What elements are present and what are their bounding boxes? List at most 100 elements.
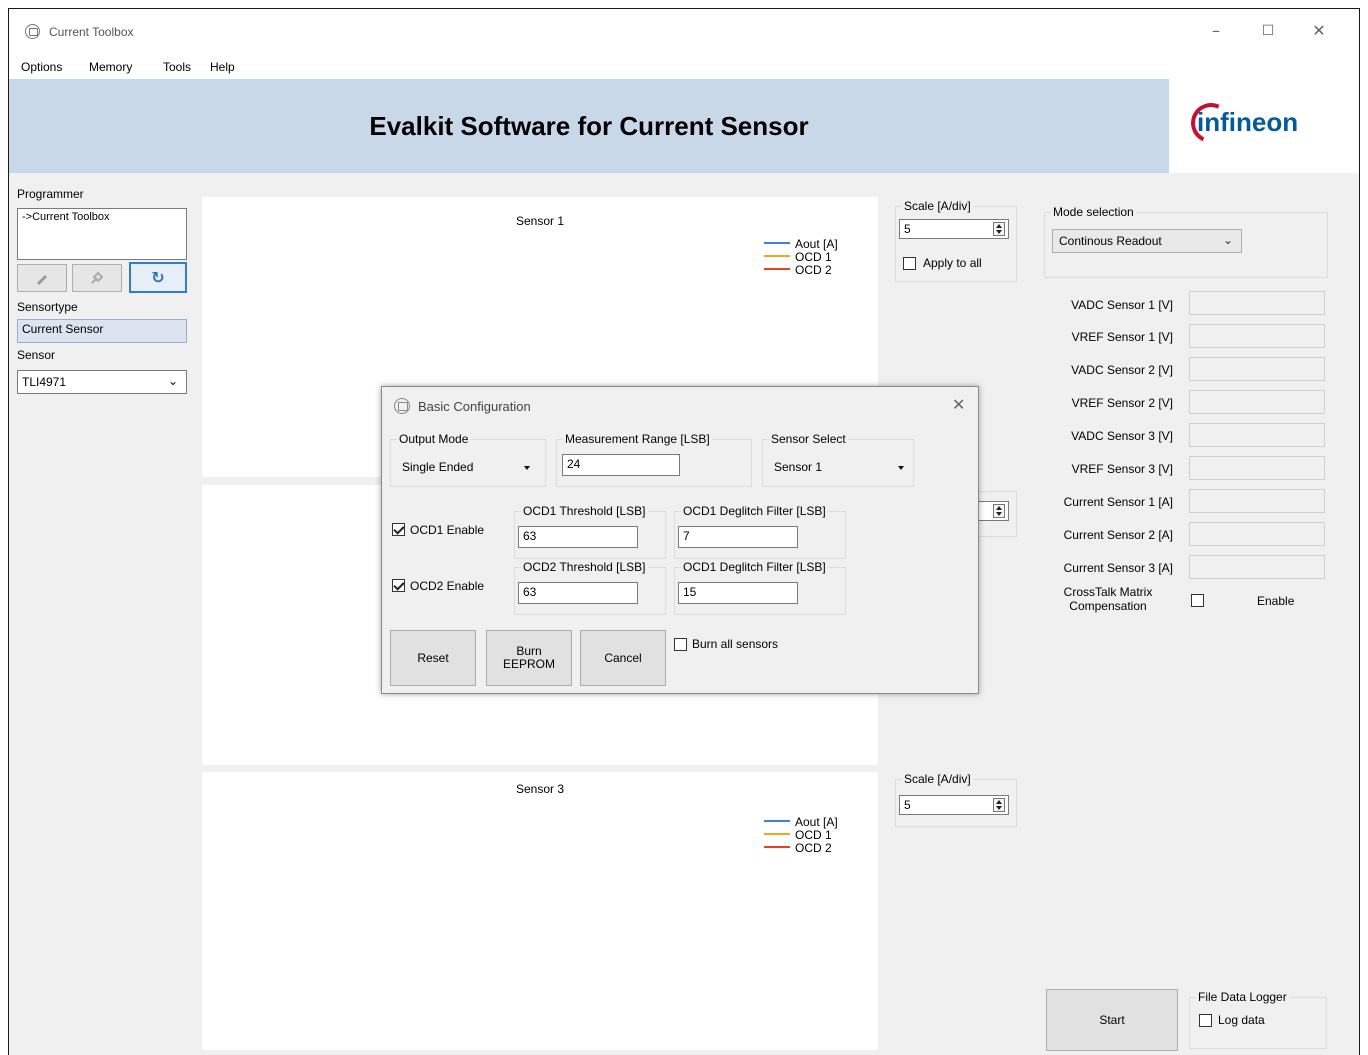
vadc1-label: VADC Sensor 1 [V] — [1071, 298, 1173, 312]
vadc2-field — [1189, 357, 1325, 381]
menu-tools[interactable]: Tools — [163, 60, 191, 74]
sensor-select[interactable]: TLI4971 ⌄ — [17, 370, 187, 394]
minimize-icon[interactable]: – — [1201, 19, 1231, 43]
vref2-field — [1189, 390, 1325, 414]
sensor1-title: Sensor 1 — [515, 214, 565, 228]
legend-aout: Aout [A] — [795, 237, 838, 251]
vref1-field — [1189, 324, 1325, 348]
page-title: Evalkit Software for Current Sensor — [369, 111, 809, 141]
ocd1-threshold-label: OCD1 Threshold [LSB] — [521, 504, 648, 518]
crosstalk-label-line2: Compensation — [1069, 599, 1147, 613]
scale-input-1[interactable]: 5 — [899, 219, 1009, 239]
log-data-checkbox[interactable] — [1199, 1014, 1212, 1027]
legend-aout: Aout [A] — [795, 815, 838, 829]
legend-line-aout — [764, 242, 790, 244]
close-icon[interactable]: ✕ — [1304, 19, 1334, 43]
vref1-label: VREF Sensor 1 [V] — [1071, 330, 1173, 344]
spinner-icon[interactable] — [993, 798, 1005, 812]
ocd1-filter-label: OCD1 Deglitch Filter [LSB] — [681, 504, 828, 518]
spinner-icon[interactable] — [993, 222, 1005, 236]
mode-selection-label: Mode selection — [1051, 205, 1136, 219]
burn-all-checkbox[interactable] — [674, 638, 687, 651]
menu-memory[interactable]: Memory — [89, 60, 132, 74]
scale-label-3: Scale [A/div] — [902, 772, 973, 786]
ocd1-enable-label: OCD1 Enable — [410, 523, 485, 537]
menu-help[interactable]: Help — [210, 60, 235, 74]
scale-value-1: 5 — [904, 222, 911, 236]
ocd2-filter-input[interactable]: 15 — [678, 582, 798, 604]
ocd2-filter-label: OCD1 Deglitch Filter [LSB] — [681, 560, 828, 574]
current2-label: Current Sensor 2 [A] — [1063, 528, 1173, 542]
infineon-logo: infineon — [1169, 79, 1359, 173]
vref3-field — [1189, 456, 1325, 480]
cancel-button[interactable]: Cancel — [580, 630, 666, 686]
crosstalk-checkbox[interactable] — [1191, 594, 1204, 607]
ocd2-enable-label: OCD2 Enable — [410, 579, 485, 593]
sensor-select-dropdown[interactable]: Sensor 1 — [774, 460, 908, 480]
sensortype-field[interactable]: Current Sensor — [17, 319, 187, 343]
scale-group-1: Scale [A/div] — [895, 199, 1017, 282]
start-button[interactable]: Start — [1046, 989, 1178, 1051]
ocd1-filter-input[interactable]: 7 — [678, 526, 798, 548]
output-mode-select[interactable]: Single Ended — [402, 460, 540, 480]
sensor3-title: Sensor 3 — [515, 782, 565, 796]
current3-label: Current Sensor 3 [A] — [1063, 561, 1173, 575]
chevron-down-icon: ⌄ — [167, 374, 178, 388]
refresh-icon: ↻ — [151, 268, 165, 287]
legend-line-aout — [764, 820, 790, 822]
mode-select-value: Continous Readout — [1059, 234, 1162, 248]
crosstalk-label: CrossTalk Matrix Compensation — [1043, 585, 1173, 613]
legend-ocd2: OCD 2 — [795, 263, 832, 277]
spinner-icon[interactable] — [993, 504, 1005, 518]
vadc1-field — [1189, 291, 1325, 315]
ocd1-threshold-input[interactable]: 63 — [518, 526, 638, 548]
program-button[interactable] — [17, 264, 67, 292]
title-bar: Current Toolbox – ☐ ✕ — [9, 9, 1359, 51]
output-mode-value: Single Ended — [402, 460, 474, 474]
mode-select[interactable]: Continous Readout ⌄ — [1052, 229, 1242, 253]
scale-label-1: Scale [A/div] — [902, 199, 973, 213]
scale-input-3[interactable]: 5 — [899, 795, 1009, 815]
apply-all-checkbox[interactable] — [903, 257, 916, 270]
plug-icon — [91, 271, 104, 284]
legend-ocd1: OCD 1 — [795, 250, 832, 264]
burn-eeprom-button[interactable]: Burn EEPROM — [486, 630, 572, 686]
vadc3-label: VADC Sensor 3 [V] — [1071, 429, 1173, 443]
legend-ocd1: OCD 1 — [795, 828, 832, 842]
reset-button[interactable]: Reset — [390, 630, 476, 686]
current1-label: Current Sensor 1 [A] — [1063, 495, 1173, 509]
log-data-label: Log data — [1218, 1013, 1265, 1027]
programmer-label: Programmer — [17, 187, 84, 201]
ocd2-threshold-input[interactable]: 63 — [518, 582, 638, 604]
disconnect-button[interactable] — [72, 264, 122, 292]
file-logger-label: File Data Logger — [1196, 990, 1289, 1004]
legend-line-ocd2 — [764, 846, 790, 848]
programmer-list[interactable]: ->Current Toolbox — [17, 208, 187, 260]
legend-ocd2: OCD 2 — [795, 841, 832, 855]
ocd1-enable-checkbox[interactable] — [392, 523, 405, 536]
current1-field — [1189, 489, 1325, 513]
dialog-title: Basic Configuration — [418, 399, 531, 414]
burn-eeprom-label-line2: EEPROM — [502, 657, 555, 671]
menu-options[interactable]: Options — [21, 60, 62, 74]
measurement-range-label: Measurement Range [LSB] — [563, 432, 712, 446]
sensor-select-value: TLI4971 — [22, 375, 67, 389]
measurement-range-input[interactable]: 24 — [562, 454, 680, 476]
vadc2-label: VADC Sensor 2 [V] — [1071, 363, 1173, 377]
app-window: Current Toolbox – ☐ ✕ Options Memory Too… — [8, 8, 1360, 1055]
dialog-close-icon[interactable]: ✕ — [952, 395, 965, 414]
refresh-button[interactable]: ↻ — [129, 262, 187, 293]
ocd2-enable-checkbox[interactable] — [392, 579, 405, 592]
sensor-label: Sensor — [17, 348, 56, 362]
sensortype-label: Sensortype — [17, 300, 78, 314]
vadc3-field — [1189, 423, 1325, 447]
maximize-icon[interactable]: ☐ — [1253, 19, 1283, 43]
scale-value-3: 5 — [904, 798, 911, 812]
sensor-select-label: Sensor Select — [769, 432, 848, 446]
legend-line-ocd1 — [764, 255, 790, 257]
dropdown-arrow-icon — [898, 466, 904, 470]
legend-line-ocd1 — [764, 833, 790, 835]
sensor3-chart: Sensor 3 Aout [A] OCD 1 OCD 2 — [202, 772, 878, 1050]
vref3-label: VREF Sensor 3 [V] — [1071, 462, 1173, 476]
burn-all-label: Burn all sensors — [692, 637, 779, 651]
